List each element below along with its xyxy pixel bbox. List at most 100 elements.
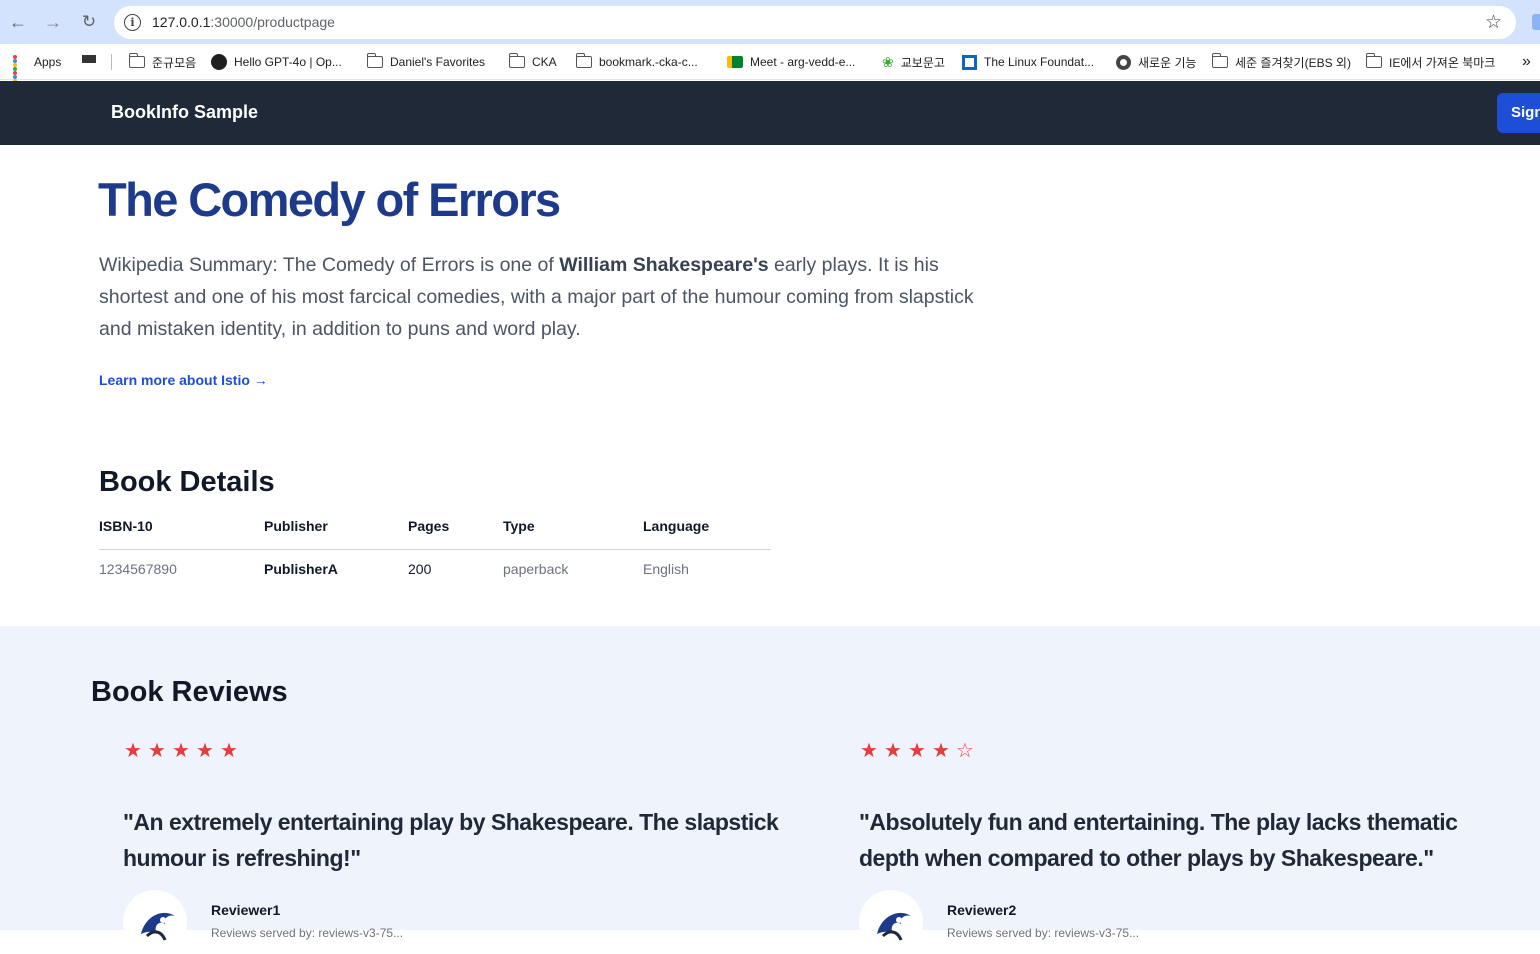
bookmark-folder[interactable]: Daniel's Favorites — [366, 52, 485, 72]
star-filled-icon: ★ — [220, 740, 238, 762]
reviewer-name: Reviewer2 — [947, 902, 1017, 918]
folder-icon — [128, 53, 145, 68]
sign-in-button[interactable]: Sign in — [1497, 93, 1540, 133]
table-row: 1234567890 PublisherA 200 paperback Engl… — [99, 550, 771, 590]
review-text: "Absolutely fun and entertaining. The pl… — [859, 809, 1458, 871]
extension-edge — [1532, 14, 1540, 30]
bookmark-label: 세준 즐겨찾기(EBS 외) — [1235, 55, 1351, 70]
apps-icon — [13, 55, 27, 91]
site-info-icon[interactable]: i — [124, 14, 141, 31]
star-filled-icon: ★ — [884, 740, 902, 762]
bookmark-label: 준규모음 — [152, 55, 197, 70]
linux-foundation-icon — [962, 54, 977, 70]
url-text[interactable]: 127.0.0.1:30000/productpage — [152, 14, 335, 30]
cell-type: paperback — [503, 561, 569, 577]
bookmark-label: bookmark.-cka-c... — [599, 55, 698, 69]
reviewer-info: Reviewer2 Reviews served by: reviews-v3-… — [859, 890, 1259, 954]
star-empty-icon: ☆ — [956, 740, 974, 762]
bookmark-label: Meet - arg-vedd-e... — [750, 55, 856, 69]
star-filled-icon: ★ — [124, 740, 142, 762]
address-bar[interactable]: i 127.0.0.1:30000/productpage ☆ — [114, 6, 1516, 39]
browser-toolbar: ← → ↻ i 127.0.0.1:30000/productpage ☆ — [0, 0, 1540, 44]
forward-icon[interactable]: → — [41, 10, 65, 34]
bookmark-label: CKA — [532, 55, 557, 69]
avatar — [123, 890, 187, 954]
star-filled-icon: ★ — [196, 740, 214, 762]
reviews-section: Book Reviews ★ ★ ★ ★ ★ "An extremely enterta… — [0, 626, 1540, 954]
column-header-publisher: Publisher — [264, 518, 328, 534]
bookmark-label: Hello GPT-4o | Op... — [234, 55, 342, 69]
cell-language: English — [643, 561, 689, 577]
meet-icon — [727, 56, 743, 68]
folder-icon — [366, 53, 383, 68]
folder-icon — [508, 53, 525, 68]
reviewer-info: Reviewer1 Reviews served by: reviews-v3-… — [123, 890, 523, 954]
kyobo-icon: ❀ — [882, 53, 894, 70]
star-rating: ★ ★ ★ ★ ★ — [123, 740, 783, 762]
star-rating: ★ ★ ★ ★ ☆ — [859, 740, 1519, 762]
brand-title[interactable]: BookInfo Sample — [111, 102, 258, 123]
grid-icon — [82, 55, 96, 69]
product-summary: Wikipedia Summary: The Comedy of Errors … — [99, 249, 999, 345]
bookmark-label: Daniel's Favorites — [390, 55, 485, 69]
bookmark-link[interactable]: 새로운 기능 — [1116, 52, 1197, 72]
bookmark-link[interactable]: ❀ 교보문고 — [882, 52, 945, 72]
cell-isbn: 1234567890 — [99, 561, 177, 577]
app-header: BookInfo Sample Sign in — [0, 81, 1540, 145]
review-text: "An extremely entertaining play by Shake… — [123, 809, 779, 871]
book-reviews-heading: Book Reviews — [91, 676, 288, 708]
column-header-pages: Pages — [408, 518, 450, 534]
bookmarks-bar: Apps 준규모음 Hello GPT-4o | Op... Daniel's … — [0, 44, 1540, 91]
reviewer-subtext: Reviews served by: reviews-v3-75... — [211, 926, 404, 940]
chrome-icon — [1116, 54, 1131, 70]
review-card: ★ ★ ★ ★ ☆ "Absolutely fun and entertaining. … — [859, 740, 1519, 954]
cell-pages: 200 — [408, 561, 432, 577]
bookmark-label: 교보문고 — [900, 55, 945, 70]
learn-more-link[interactable]: Learn more about Istio → — [99, 372, 268, 388]
book-details-heading: Book Details — [99, 466, 275, 498]
bookmark-separator — [111, 54, 112, 70]
bookmark-folder[interactable]: IE에서 가져온 북마크 — [1365, 52, 1496, 72]
book-details-table: ISBN-10 Publisher Pages Type Language 12… — [99, 510, 771, 590]
bookmark-folder[interactable]: 세준 즐겨찾기(EBS 외) — [1211, 52, 1351, 72]
url-host: 127.0.0.1 — [152, 14, 211, 30]
folder-icon — [575, 53, 592, 68]
summary-text: Wikipedia Summary: The Comedy of Errors … — [99, 254, 560, 276]
bookmark-link[interactable]: Meet - arg-vedd-e... — [727, 52, 855, 72]
column-header-isbn: ISBN-10 — [99, 518, 153, 534]
bookmark-apps[interactable]: Apps — [13, 52, 62, 91]
url-path: :30000/productpage — [210, 14, 335, 30]
bookmark-folder[interactable]: bookmark.-cka-c... — [575, 52, 698, 72]
bookmark-folder[interactable]: CKA — [508, 52, 557, 72]
star-filled-icon: ★ — [932, 740, 950, 762]
back-icon[interactable]: ← — [6, 10, 30, 34]
page-title: The Comedy of Errors — [98, 173, 561, 226]
folder-icon — [1211, 53, 1228, 68]
more-bookmarks-icon[interactable]: » — [1522, 52, 1531, 72]
reviewer-name: Reviewer1 — [211, 902, 281, 918]
bookmark-tab-groups[interactable] — [82, 52, 103, 72]
bookmark-label: 새로운 기능 — [1138, 55, 1197, 70]
bookmark-label: Apps — [34, 55, 62, 69]
folder-icon — [1365, 53, 1382, 68]
review-card: ★ ★ ★ ★ ★ "An extremely entertaining play by… — [123, 740, 783, 954]
avatar — [859, 890, 923, 954]
reload-icon[interactable]: ↻ — [77, 10, 101, 34]
bookmark-label: The Linux Foundat... — [984, 55, 1095, 69]
summary-author: William Shakespeare's — [559, 254, 769, 276]
bookmark-link[interactable]: Hello GPT-4o | Op... — [211, 52, 342, 72]
openai-icon — [211, 54, 227, 70]
star-filled-icon: ★ — [172, 740, 190, 762]
table-header: ISBN-10 Publisher Pages Type Language — [99, 510, 771, 550]
cell-publisher: PublisherA — [264, 561, 338, 577]
star-filled-icon: ★ — [148, 740, 166, 762]
bookmark-label: IE에서 가져온 북마크 — [1389, 55, 1496, 70]
column-header-language: Language — [643, 518, 710, 534]
reviewer-subtext: Reviews served by: reviews-v3-75... — [947, 926, 1140, 940]
bookmark-link[interactable]: The Linux Foundat... — [962, 52, 1094, 72]
star-filled-icon: ★ — [908, 740, 926, 762]
bookmark-star-icon[interactable]: ☆ — [1485, 11, 1502, 34]
column-header-type: Type — [503, 518, 535, 534]
bookmark-folder[interactable]: 준규모음 — [128, 52, 197, 72]
star-filled-icon: ★ — [860, 740, 878, 762]
